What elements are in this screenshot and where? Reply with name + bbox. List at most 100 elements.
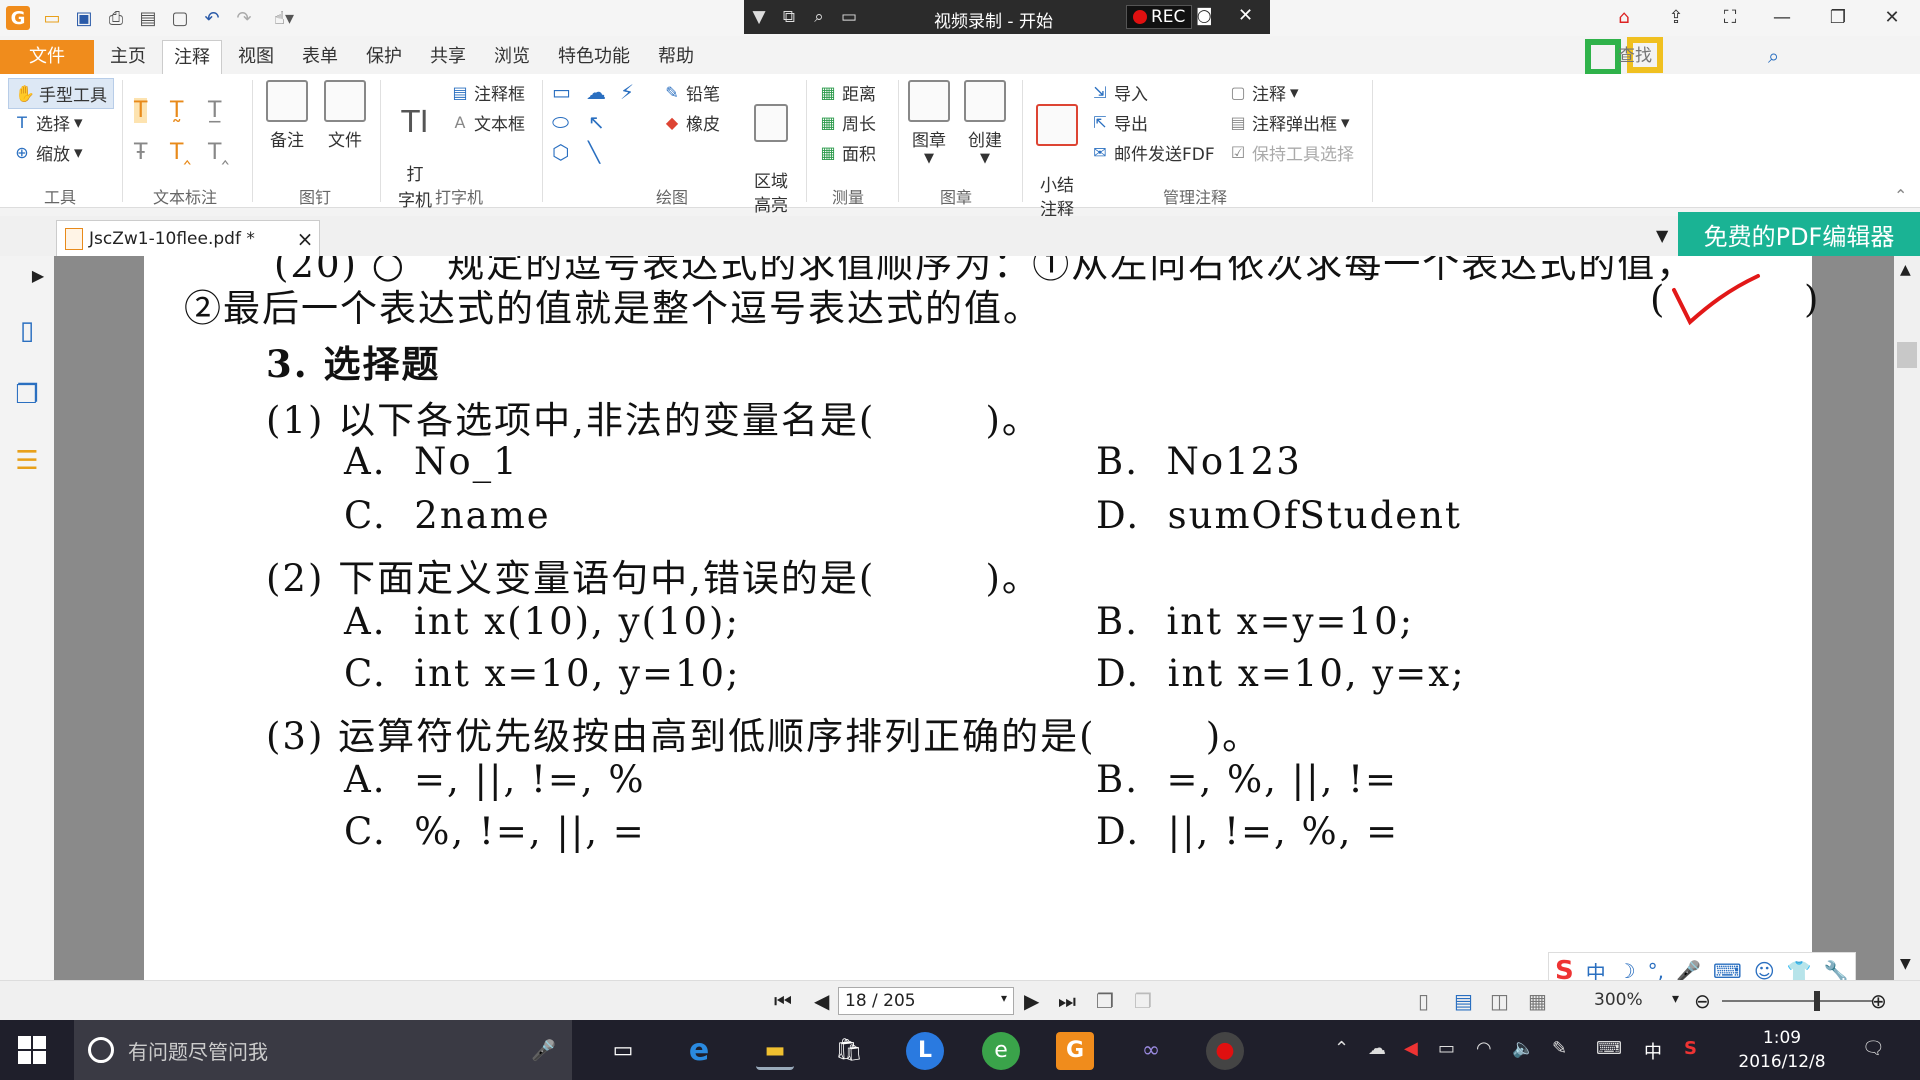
eraser-button[interactable]: ◆ 橡皮 — [662, 110, 720, 136]
browser-360-icon[interactable]: e — [982, 1032, 1020, 1070]
zoom-out-icon[interactable]: ⊖ — [1694, 989, 1711, 1013]
menu-help[interactable]: 帮助 — [646, 40, 706, 74]
insert-icon[interactable]: T‸ — [208, 140, 229, 165]
close-button[interactable]: ✕ — [1872, 4, 1912, 32]
notification-icon[interactable]: 🗨 — [1862, 1038, 1885, 1059]
zoom-slider[interactable] — [1722, 1000, 1872, 1002]
recorder-close-icon[interactable]: ✕ — [1238, 5, 1253, 26]
search-input[interactable] — [1618, 46, 1768, 66]
menu-view[interactable]: 视图 — [226, 40, 286, 74]
rectangle-icon[interactable]: ▭ — [552, 80, 571, 104]
expand-panel-icon[interactable]: ▶ — [28, 266, 48, 300]
tab-close-icon[interactable]: × — [291, 227, 319, 251]
comments-panel-icon[interactable]: ☰ — [10, 446, 44, 480]
pen-icon[interactable]: ✎ — [1552, 1038, 1567, 1059]
keep-tool-checkbox[interactable]: ☑ 保持工具选择 — [1228, 140, 1354, 166]
volume-icon[interactable]: 🔈 — [1512, 1038, 1534, 1059]
single-page-icon[interactable]: ▯ — [1418, 989, 1429, 1013]
summarize-button[interactable]: 小结 注释 — [1030, 80, 1084, 222]
battery-icon[interactable]: ▭ — [1438, 1038, 1455, 1059]
collapse-ribbon-icon[interactable]: ⌃ — [1894, 186, 1907, 205]
restore-button[interactable]: ❐ — [1818, 4, 1858, 32]
rec-button[interactable]: REC — [1126, 5, 1193, 29]
microphone-icon[interactable]: 🎤 — [531, 1038, 556, 1062]
windows-start-button[interactable] — [18, 1036, 46, 1064]
fit-page-icon[interactable]: ❐ — [1096, 989, 1114, 1013]
create-stamp-button[interactable]: 创建 ▼ — [960, 80, 1010, 166]
arrow-icon[interactable]: ↖ — [588, 110, 605, 134]
stamp-button[interactable]: 图章 ▼ — [904, 80, 954, 166]
tab-list-dropdown-icon[interactable]: ▼ — [1656, 226, 1668, 245]
oval-icon[interactable]: ⬭ — [552, 110, 569, 134]
scan-icon[interactable]: ▤ — [136, 6, 160, 30]
zoom-in-icon[interactable]: ⊕ — [1870, 989, 1887, 1013]
store-icon[interactable]: ⌂ — [1604, 4, 1644, 32]
highlight-icon[interactable]: T — [134, 98, 148, 123]
promo-banner[interactable]: 免费的PDF编辑器 — [1678, 212, 1920, 256]
print-icon[interactable]: ⎙ — [104, 6, 128, 30]
next-page-icon[interactable]: ▶ — [1024, 989, 1039, 1013]
menu-file[interactable]: 文件 — [0, 40, 94, 74]
first-page-icon[interactable]: ⏮ — [774, 989, 792, 1013]
foxit-taskbar-icon[interactable]: G — [1056, 1032, 1094, 1070]
area-button[interactable]: ▦ 面积 — [818, 140, 876, 166]
replace-icon[interactable]: T‸ — [170, 140, 191, 165]
menu-protect[interactable]: 保护 — [354, 40, 414, 74]
prev-page-icon[interactable]: ◀ — [814, 989, 829, 1013]
file-explorer-icon[interactable]: ▬ — [756, 1032, 794, 1070]
file-attach-button[interactable]: 文件 — [320, 80, 370, 151]
share-icon[interactable]: ⇪ — [1656, 4, 1696, 32]
redo-icon[interactable]: ↷ — [232, 6, 256, 30]
menu-comment[interactable]: 注释 — [162, 40, 222, 74]
last-page-icon[interactable]: ⏭ — [1058, 989, 1076, 1013]
strikeout-icon[interactable]: Ŧ — [134, 140, 147, 165]
window-icon[interactable]: ⧉ — [774, 7, 804, 27]
open-icon[interactable]: ▭ — [40, 6, 64, 30]
undo-icon[interactable]: ↶ — [200, 6, 224, 30]
speaker-muted-icon[interactable]: ◀ — [1404, 1038, 1418, 1059]
area-highlight-button[interactable]: 区域 高亮 — [748, 80, 794, 218]
polygon-icon[interactable]: ⬡ — [552, 140, 569, 164]
cloud-icon[interactable]: ☁ — [586, 80, 606, 104]
squiggly-icon[interactable]: T̰ — [170, 98, 183, 123]
select-tool-button[interactable]: T 选择 ▾ — [12, 110, 82, 136]
dropdown-icon[interactable]: ▼ — [744, 7, 774, 27]
scroll-down-icon[interactable]: ▼ — [1900, 956, 1911, 972]
ime-tray-label[interactable]: 中 — [1644, 1038, 1662, 1064]
menu-home[interactable]: 主页 — [98, 40, 158, 74]
perimeter-button[interactable]: ▦ 周长 — [818, 110, 876, 136]
cloud-tray-icon[interactable]: ☁ — [1368, 1038, 1386, 1059]
continuous-icon[interactable]: ▤ — [1454, 989, 1473, 1013]
line-icon[interactable]: ╲ — [588, 140, 600, 164]
scroll-up-icon[interactable]: ▲ — [1900, 262, 1911, 278]
menu-share[interactable]: 共享 — [418, 40, 478, 74]
document-tab[interactable]: JscZw1-10flee.pdf * × — [56, 220, 320, 256]
save-icon[interactable]: ▣ — [72, 6, 96, 30]
infinity-app-icon[interactable]: ∞ — [1132, 1032, 1170, 1070]
import-button[interactable]: ⇲ 导入 — [1090, 80, 1148, 106]
zoom-dropdown-icon[interactable]: ▾ — [1672, 991, 1679, 1007]
comment-dropdown[interactable]: ▢ 注释 ▾ — [1228, 80, 1298, 106]
new-icon[interactable]: ▢ — [168, 6, 192, 30]
cortana-search[interactable]: 有问题尽管问我 🎤 — [74, 1020, 572, 1080]
task-view-icon[interactable]: ▭ — [604, 1032, 642, 1070]
menu-form[interactable]: 表单 — [290, 40, 350, 74]
facing-icon[interactable]: ◫ — [1490, 989, 1509, 1013]
bookmarks-icon[interactable]: ▯ — [10, 316, 44, 350]
fit-width-icon[interactable]: ❐ — [1134, 989, 1152, 1013]
hand-quick-icon[interactable]: ☝▾ — [264, 6, 304, 30]
clock[interactable]: 1:09 2016/12/8 — [1734, 1026, 1830, 1074]
zoom-slider-thumb[interactable] — [1814, 991, 1820, 1011]
camera-icon[interactable]: ◙ — [1196, 6, 1213, 26]
continuous-facing-icon[interactable]: ▦ — [1528, 989, 1547, 1013]
scroll-thumb[interactable] — [1897, 342, 1917, 368]
callout-button[interactable]: ▤ 注释框 — [450, 80, 525, 106]
email-fdf-button[interactable]: ✉ 邮件发送FDF — [1090, 140, 1214, 166]
underline-icon[interactable]: T̲ — [208, 98, 221, 123]
popup-dropdown[interactable]: ▤ 注释弹出框 ▾ — [1228, 110, 1349, 136]
edge-browser-icon[interactable]: e — [680, 1032, 718, 1070]
fullscreen-icon[interactable]: ⛶ — [1710, 4, 1750, 32]
page-number-field[interactable]: 18 / 205 ▾ — [838, 987, 1014, 1015]
export-button[interactable]: ⇱ 导出 — [1090, 110, 1148, 136]
magnifier-icon[interactable]: ⌕ — [804, 7, 834, 27]
